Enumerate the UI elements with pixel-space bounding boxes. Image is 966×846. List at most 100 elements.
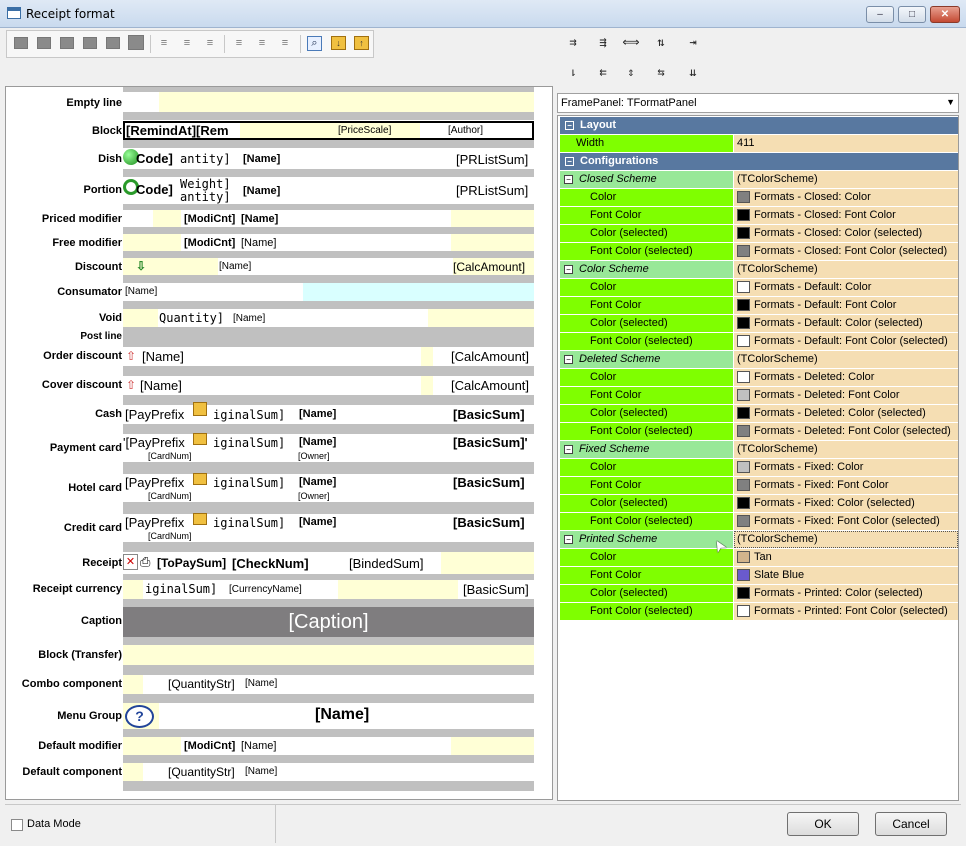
field-payprefix[interactable]: [PayPrefix — [125, 515, 184, 530]
prop-name[interactable]: Font Color — [560, 387, 733, 404]
space-icon[interactable]: ⟺ — [620, 32, 642, 52]
field-prlistsum[interactable]: [PRListSum] — [456, 183, 528, 198]
field-payprefix[interactable]: [PayPrefix — [125, 407, 184, 422]
prop-name[interactable]: Font Color (selected) — [560, 333, 733, 350]
scheme-header[interactable]: − Closed Scheme — [560, 171, 733, 188]
prop-name[interactable]: Color (selected) — [560, 405, 733, 422]
save-icon[interactable]: ↑ — [354, 36, 369, 50]
align-icon[interactable]: ⇇ — [592, 62, 614, 82]
field-author[interactable]: [Author] — [448, 125, 483, 136]
band-combo-component[interactable]: [QuantityStr] [Name] — [123, 675, 534, 694]
band-void[interactable]: Quantity] [Name] — [123, 309, 534, 327]
band-portion[interactable]: Code] Weight] antity] [Name] [PRListSum] — [123, 177, 534, 204]
minimize-button[interactable]: – — [866, 6, 894, 23]
prop-name[interactable]: Font Color (selected) — [560, 603, 733, 620]
prop-value[interactable]: Formats - Default: Color — [734, 279, 958, 296]
prop-name[interactable]: Color — [560, 549, 733, 566]
field-basicsum[interactable]: [BasicSum] — [463, 582, 529, 597]
align-icon[interactable]: ⇆ — [650, 62, 672, 82]
category-layout[interactable]: − Layout — [560, 117, 958, 134]
band-caption[interactable]: [Caption] — [123, 607, 534, 637]
field-cardnum[interactable]: [CardNum] — [148, 451, 192, 461]
band-credit-card[interactable]: [PayPrefix iginalSum] [Name] [BasicSum] … — [123, 513, 534, 542]
field-name[interactable]: [Name] — [299, 436, 336, 448]
collapse-icon[interactable]: − — [564, 444, 573, 454]
prop-value[interactable]: Formats - Fixed: Color — [734, 459, 958, 476]
field-calcamount[interactable]: [CalcAmount] — [453, 260, 525, 274]
align-icon[interactable]: ⇶ — [592, 32, 614, 52]
field-currencyname[interactable]: [CurrencyName] — [229, 584, 302, 595]
scheme-type[interactable]: (TColorScheme) — [734, 351, 958, 368]
style-square-icon[interactable] — [128, 35, 144, 50]
band-payment-card[interactable]: '[PayPrefix iginalSum] [Name] [BasicSum]… — [123, 433, 534, 462]
collapse-icon[interactable]: − — [564, 174, 573, 184]
prop-value[interactable]: Formats - Deleted: Color (selected) — [734, 405, 958, 422]
property-inspector[interactable]: − Layout Width 411 − Configurations − Close… — [557, 115, 959, 801]
field-name[interactable]: [Name] — [243, 153, 280, 165]
band-priced-modifier[interactable]: [ModiCnt] [Name] — [123, 210, 534, 227]
field-name[interactable]: [Name] — [245, 766, 277, 777]
field-caption[interactable]: [Caption] — [288, 611, 368, 633]
prop-name[interactable]: Font Color (selected) — [560, 243, 733, 260]
field-name[interactable]: [Name] — [140, 378, 182, 393]
space-icon[interactable]: ⇕ — [620, 62, 642, 82]
prop-name[interactable]: Font Color (selected) — [560, 513, 733, 530]
field-name[interactable]: [Name] — [299, 476, 336, 488]
field-checknum[interactable]: [CheckNum] — [232, 556, 309, 571]
prop-value[interactable]: Formats - Deleted: Color — [734, 369, 958, 386]
prop-name[interactable]: Color — [560, 369, 733, 386]
align-icon[interactable]: ⇂ — [562, 62, 584, 82]
field-owner[interactable]: [Owner] — [298, 491, 330, 501]
category-configurations[interactable]: − Configurations — [560, 153, 958, 170]
scheme-header[interactable]: − Color Scheme — [560, 261, 733, 278]
prop-value[interactable]: Formats - Closed: Font Color — [734, 207, 958, 224]
prop-name[interactable]: Font Color — [560, 207, 733, 224]
field-cardnum[interactable]: [CardNum] — [148, 491, 192, 501]
frame-panel-select[interactable]: FramePanel: TFormatPanel ▼ — [557, 93, 959, 113]
scheme-type[interactable]: (TColorScheme) — [734, 441, 958, 458]
style-square-icon[interactable] — [14, 37, 28, 49]
field-owner[interactable]: [Owner] — [298, 451, 330, 461]
prop-name[interactable]: Font Color — [560, 567, 733, 584]
prop-name[interactable]: Color (selected) — [560, 585, 733, 602]
prop-value[interactable]: Formats - Printed: Font Color (selected) — [734, 603, 958, 620]
field-basicsum[interactable]: [BasicSum]' — [453, 435, 528, 450]
field-name[interactable]: [Name] — [241, 740, 276, 752]
align-icon[interactable]: ⇥ — [682, 32, 704, 52]
prop-name[interactable]: Color — [560, 279, 733, 296]
field-name[interactable]: [Name] — [125, 286, 157, 297]
field-quantitystr[interactable]: [QuantityStr] — [168, 765, 235, 779]
field-originalsum[interactable]: iginalSum] — [213, 408, 285, 422]
band-default-component[interactable]: [QuantityStr] [Name] — [123, 763, 534, 781]
prop-name[interactable]: Color — [560, 189, 733, 206]
field-calcamount[interactable]: [CalcAmount] — [451, 378, 529, 393]
band-receipt-currency[interactable]: iginalSum] [CurrencyName] [BasicSum] — [123, 580, 534, 599]
align-icon[interactable]: ⇅ — [650, 32, 672, 52]
prop-value[interactable]: Formats - Deleted: Font Color — [734, 387, 958, 404]
collapse-icon[interactable]: − — [564, 534, 573, 544]
field-basicsum[interactable]: [BasicSum] — [453, 515, 525, 530]
restore-button[interactable]: □ — [898, 6, 926, 23]
prop-name[interactable]: Color (selected) — [560, 495, 733, 512]
field-modicnt[interactable]: [ModiCnt] — [184, 213, 235, 225]
field-name[interactable]: [Name] — [219, 261, 251, 272]
prop-name[interactable]: Color (selected) — [560, 225, 733, 242]
field-name[interactable]: [Name] — [299, 516, 336, 528]
align-right-icon[interactable]: ≡ — [203, 37, 217, 49]
prop-value[interactable]: Formats - Fixed: Font Color (selected) — [734, 513, 958, 530]
band-post-line[interactable] — [123, 330, 534, 347]
collapse-icon[interactable]: − — [564, 354, 573, 364]
field-remindat[interactable]: [RemindAt][Rem — [126, 123, 229, 138]
band-menu-group[interactable]: ? [Name] — [123, 703, 534, 729]
prop-name[interactable]: Color (selected) — [560, 315, 733, 332]
field-name[interactable]: [Name] — [315, 706, 369, 724]
load-icon[interactable]: ↓ — [331, 36, 346, 50]
field-name[interactable]: [Name] — [241, 237, 276, 249]
field-name[interactable]: [Name] — [299, 408, 336, 420]
field-originalsum[interactable]: iginalSum] — [145, 582, 217, 596]
prop-value-width[interactable]: 411 — [734, 135, 958, 152]
prop-value[interactable]: Formats - Printed: Color (selected) — [734, 585, 958, 602]
scheme-header[interactable]: − Deleted Scheme — [560, 351, 733, 368]
prop-name[interactable]: Font Color (selected) — [560, 423, 733, 440]
cancel-button[interactable]: Cancel — [875, 812, 947, 836]
